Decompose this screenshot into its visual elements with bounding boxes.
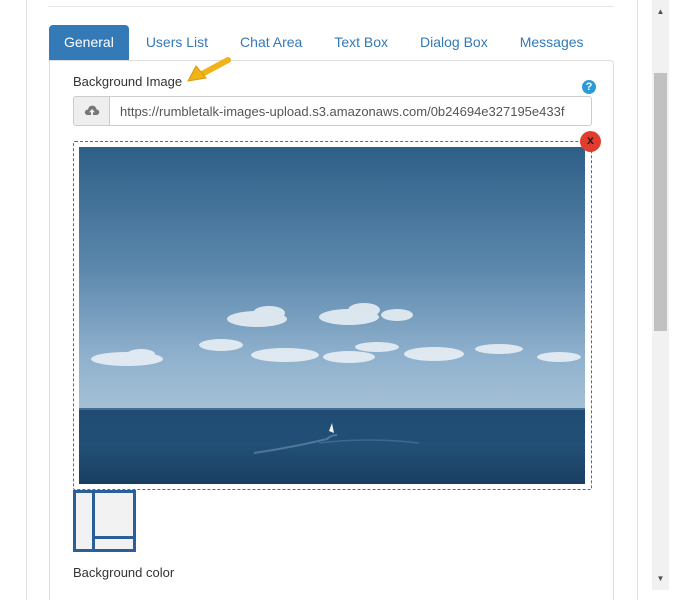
tab-messages[interactable]: Messages: [505, 25, 599, 60]
scroll-down-arrow-icon[interactable]: ▼: [652, 570, 669, 587]
upload-button[interactable]: [73, 96, 110, 126]
pointer-arrow-icon: [187, 57, 231, 82]
background-color-label: Background color: [73, 565, 175, 580]
right-divider: [637, 0, 638, 600]
scrollbar-thumb[interactable]: [654, 73, 667, 331]
settings-tabs: General Users List Chat Area Text Box Di…: [49, 25, 601, 61]
tab-general[interactable]: General: [49, 25, 129, 60]
remove-image-button[interactable]: x: [580, 131, 601, 152]
background-image-preview: [79, 147, 585, 484]
background-image-url-input[interactable]: [110, 96, 592, 126]
tab-chat-area[interactable]: Chat Area: [225, 25, 317, 60]
background-image-url-group: [73, 96, 592, 126]
tab-text-box[interactable]: Text Box: [319, 25, 403, 60]
scroll-up-arrow-icon[interactable]: ▲: [652, 3, 669, 20]
cloud-upload-icon: [84, 105, 99, 117]
layout-divider-horizontal: [92, 536, 136, 539]
left-divider: [26, 0, 27, 600]
tab-users-list[interactable]: Users List: [131, 25, 223, 60]
image-layout-option[interactable]: [73, 490, 136, 552]
top-divider: [48, 6, 614, 7]
layout-divider-vertical: [92, 493, 95, 549]
background-image-label: Background Image: [73, 74, 183, 89]
tab-dialog-box[interactable]: Dialog Box: [405, 25, 503, 60]
question-icon[interactable]: ?: [582, 80, 596, 94]
vertical-scrollbar[interactable]: ▲ ▼: [652, 0, 669, 590]
